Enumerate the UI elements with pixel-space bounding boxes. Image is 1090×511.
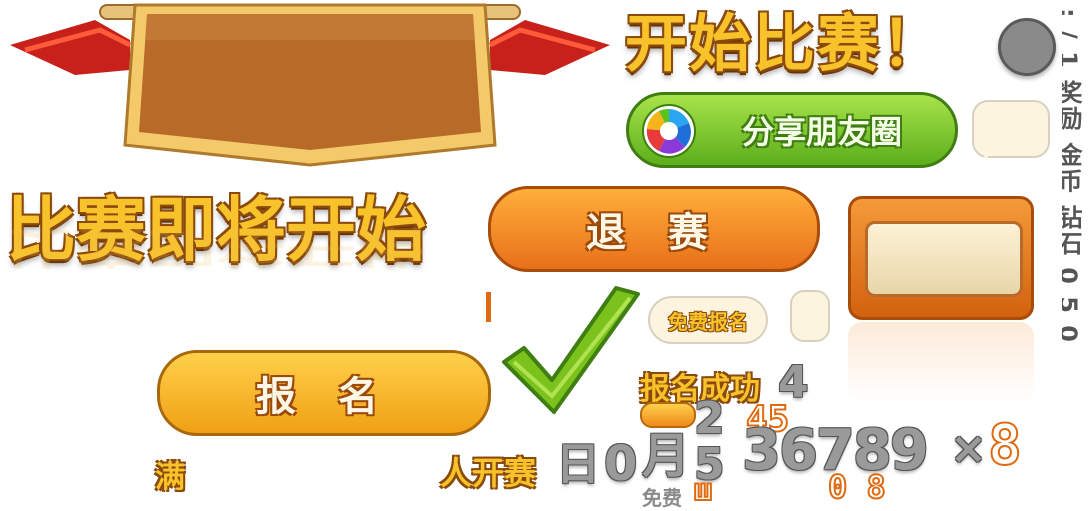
panel-frame-reflection: [848, 322, 1034, 402]
free-label: 免费: [642, 486, 682, 510]
quit-match-button[interactable]: 退 赛: [488, 186, 820, 272]
free-signup-button[interactable]: 免费报名: [648, 296, 768, 344]
start-match-title: 开始比赛！: [625, 7, 946, 80]
month-label: 月: [642, 428, 691, 484]
camera-aperture-icon: [642, 104, 696, 158]
quit-label: 退 赛: [586, 210, 722, 256]
banner: [5, 0, 615, 175]
day-label: 日: [556, 439, 600, 490]
times-sign: ×: [950, 423, 987, 474]
signup-label: 报 名: [256, 374, 392, 420]
orange-digits-small: ш: [693, 473, 713, 508]
green-check-icon: [502, 286, 640, 414]
orange-digits-bottom: 0 8: [827, 468, 887, 506]
match-starting-title-reflection: 比赛即将开始: [6, 222, 426, 272]
panel-screen: [865, 221, 1023, 297]
orange-panel-frame: [848, 196, 1034, 320]
gray-circle-icon: [998, 18, 1056, 76]
vertical-sprite-strip: : / 1 奖励 金币 钻石 0 5 0: [1062, 8, 1082, 345]
share-moments-button[interactable]: 分享朋友圈: [626, 92, 958, 168]
signup-button[interactable]: 报 名: [157, 350, 491, 436]
orange-tick-mark: [486, 292, 491, 322]
small-cream-pill: [790, 290, 830, 342]
zero-digit: 0: [604, 436, 638, 492]
people-start-label: 人开赛: [440, 454, 537, 492]
ribbon-banner-icon: [10, 3, 610, 167]
orange-pill-icon: [640, 402, 696, 428]
share-label: 分享朋友圈: [741, 113, 902, 151]
orange-eight: 8: [987, 413, 1023, 478]
speech-bubble-tail-icon: [978, 146, 994, 160]
free-signup-label: 免费报名: [668, 309, 748, 334]
full-label: 满: [155, 460, 185, 495]
